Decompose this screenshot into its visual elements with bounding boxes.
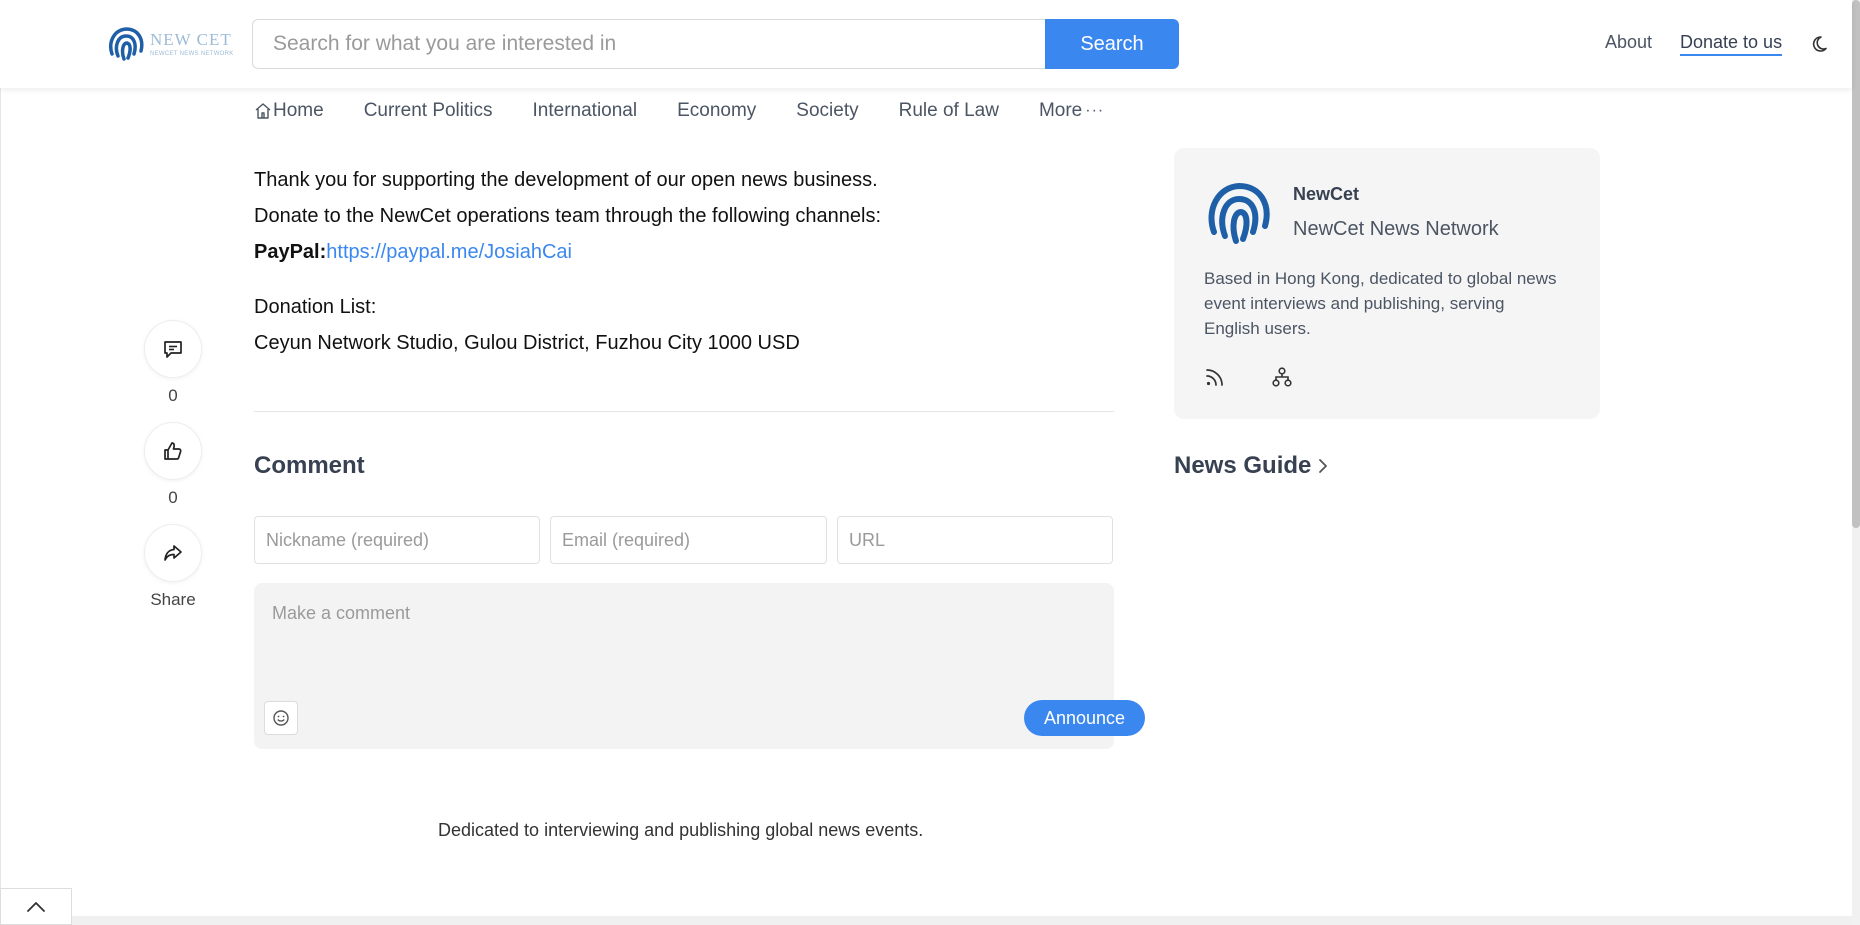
- article-line-thanks: Thank you for supporting the development…: [254, 169, 878, 191]
- nickname-field[interactable]: [254, 516, 540, 564]
- about-link[interactable]: About: [1605, 32, 1652, 53]
- article-line-channels: Donate to the NewCet operations team thr…: [254, 205, 882, 227]
- article-body: Thank you for supporting the development…: [254, 162, 1114, 361]
- likes-count: 0: [168, 488, 178, 507]
- more-dots-icon: ···: [1085, 102, 1105, 119]
- search-button[interactable]: Search: [1045, 19, 1179, 69]
- logo-text: NEW CET: [150, 30, 232, 49]
- comment-bubble-icon: [164, 341, 182, 358]
- news-guide-heading[interactable]: News Guide: [1174, 452, 1329, 480]
- like-action: 0: [144, 422, 202, 508]
- site-logo[interactable]: NEW CET NEWCET NEWS NETWORK: [106, 24, 234, 64]
- nav-item-society[interactable]: Society: [796, 100, 858, 122]
- nav-item-current-politics[interactable]: Current Politics: [364, 100, 493, 122]
- nav-label: Home: [273, 100, 324, 121]
- logo-subtext: NEWCET NEWS NETWORK: [150, 51, 234, 57]
- like-button[interactable]: [144, 422, 202, 480]
- donation-list-title: Donation List:: [254, 296, 377, 318]
- nav-item-international[interactable]: International: [533, 100, 638, 122]
- email-field[interactable]: [550, 516, 827, 564]
- news-guide-label: News Guide: [1174, 452, 1312, 479]
- donation-list-entry: Ceyun Network Studio, Gulou District, Fu…: [254, 332, 800, 354]
- nav-item-rule-of-law[interactable]: Rule of Law: [899, 100, 999, 122]
- comments-action: 0: [144, 320, 202, 406]
- content-divider: [254, 411, 1114, 412]
- thumbs-up-icon: [164, 442, 182, 460]
- share-action: Share: [144, 524, 202, 610]
- card-site-subtitle: NewCet News Network: [1293, 218, 1499, 240]
- paypal-line: PayPal:https://paypal.me/JosiahCai: [254, 234, 1114, 270]
- card-description: Based in Hong Kong, dedicated to global …: [1204, 269, 1557, 338]
- comment-section-title: Comment: [254, 452, 365, 479]
- back-to-top-button[interactable]: [0, 888, 72, 925]
- sitemap-icon[interactable]: [1271, 366, 1293, 388]
- share-label: Share: [150, 590, 196, 609]
- site-header: NEW CET NEWCET NEWS NETWORK Search About…: [0, 0, 1852, 88]
- share-button[interactable]: [144, 524, 202, 582]
- url-field[interactable]: [837, 516, 1113, 564]
- nav-label: More: [1038, 100, 1083, 121]
- paypal-label: PayPal:: [254, 241, 327, 263]
- search-bar: Search: [252, 19, 1179, 69]
- page-bottom-strip: [0, 916, 1852, 925]
- fingerprint-logo-icon: [109, 27, 144, 61]
- dark-mode-moon-icon[interactable]: [1812, 34, 1832, 54]
- footer-tagline: Dedicated to interviewing and publishing…: [438, 820, 924, 840]
- page-left-border: [0, 88, 1, 925]
- about-card: NewCet NewCet News Network Based in Hong…: [1174, 148, 1600, 419]
- comments-count: 0: [168, 386, 178, 405]
- nav-item-more[interactable]: More ···: [1039, 100, 1104, 122]
- fingerprint-logo-icon: [1208, 182, 1270, 244]
- smiley-icon: [273, 710, 289, 726]
- emoji-button[interactable]: [264, 701, 298, 735]
- comment-textarea[interactable]: [254, 583, 1114, 693]
- comments-button[interactable]: [144, 320, 202, 378]
- scrollbar-thumb[interactable]: [1852, 0, 1860, 528]
- chevron-right-icon: [1319, 459, 1328, 473]
- home-icon: [255, 103, 271, 119]
- comment-editor: [254, 583, 1114, 749]
- paypal-link[interactable]: https://paypal.me/JosiahCai: [326, 241, 572, 263]
- card-site-name: NewCet: [1293, 184, 1360, 204]
- share-arrow-icon: [164, 545, 182, 561]
- chevron-up-icon: [27, 901, 45, 912]
- announce-button[interactable]: Announce: [1024, 700, 1145, 736]
- category-nav: Home Current Politics International Econ…: [254, 100, 1104, 122]
- search-input[interactable]: [252, 19, 1045, 69]
- donate-link[interactable]: Donate to us: [1680, 32, 1783, 56]
- rss-icon[interactable]: [1204, 366, 1226, 388]
- nav-item-home[interactable]: Home: [254, 100, 324, 122]
- nav-item-economy[interactable]: Economy: [677, 100, 756, 122]
